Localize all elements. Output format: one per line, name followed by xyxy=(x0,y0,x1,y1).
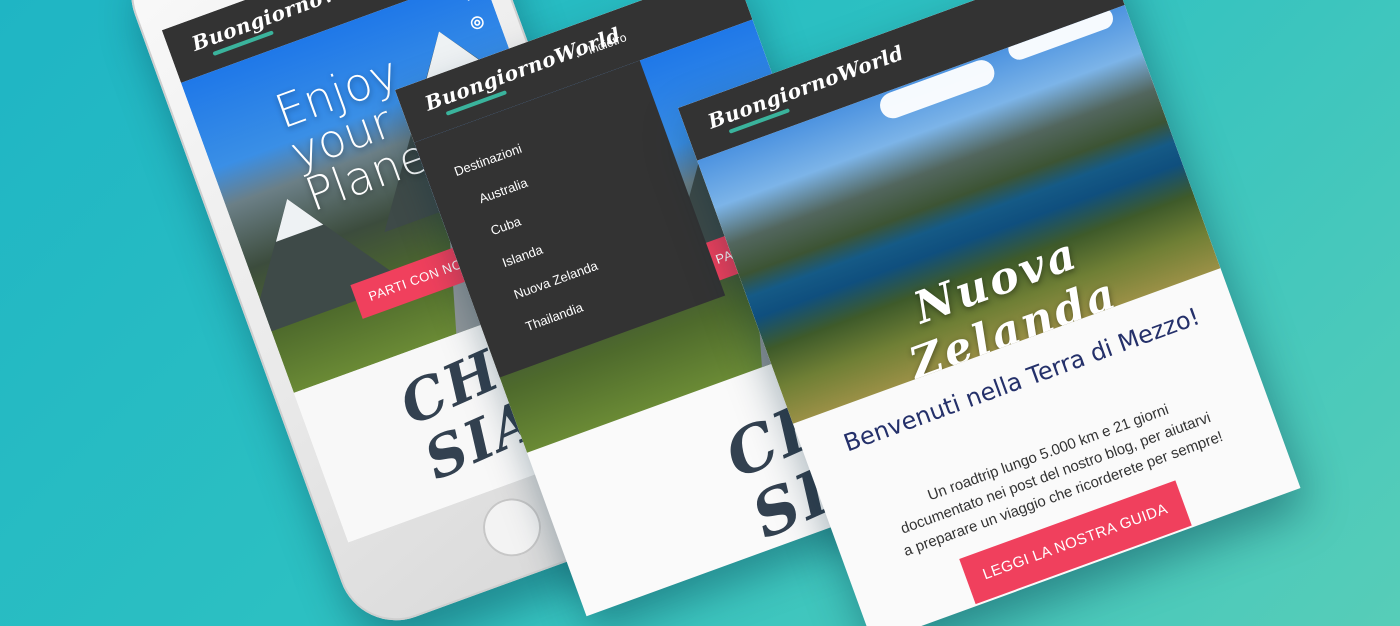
menu-item-destinazioni[interactable]: Destinazioni xyxy=(452,141,524,179)
mockup-stage: BuongiornoWorld f ◎ Enjoy your Planet PA… xyxy=(0,0,1400,626)
menu-item-australia[interactable]: Australia xyxy=(477,175,530,206)
facebook-icon[interactable]: f xyxy=(454,0,482,11)
menu-item-nuova-zelanda[interactable]: Nuova Zelanda xyxy=(512,258,600,302)
home-button[interactable] xyxy=(474,490,550,565)
destination-hero: Nuova Zelanda xyxy=(697,5,1221,424)
menu-item-islanda[interactable]: Islanda xyxy=(500,242,545,270)
menu-item-thailandia[interactable]: Thailandia xyxy=(523,299,585,334)
menu-item-cuba[interactable]: Cuba xyxy=(489,213,523,238)
